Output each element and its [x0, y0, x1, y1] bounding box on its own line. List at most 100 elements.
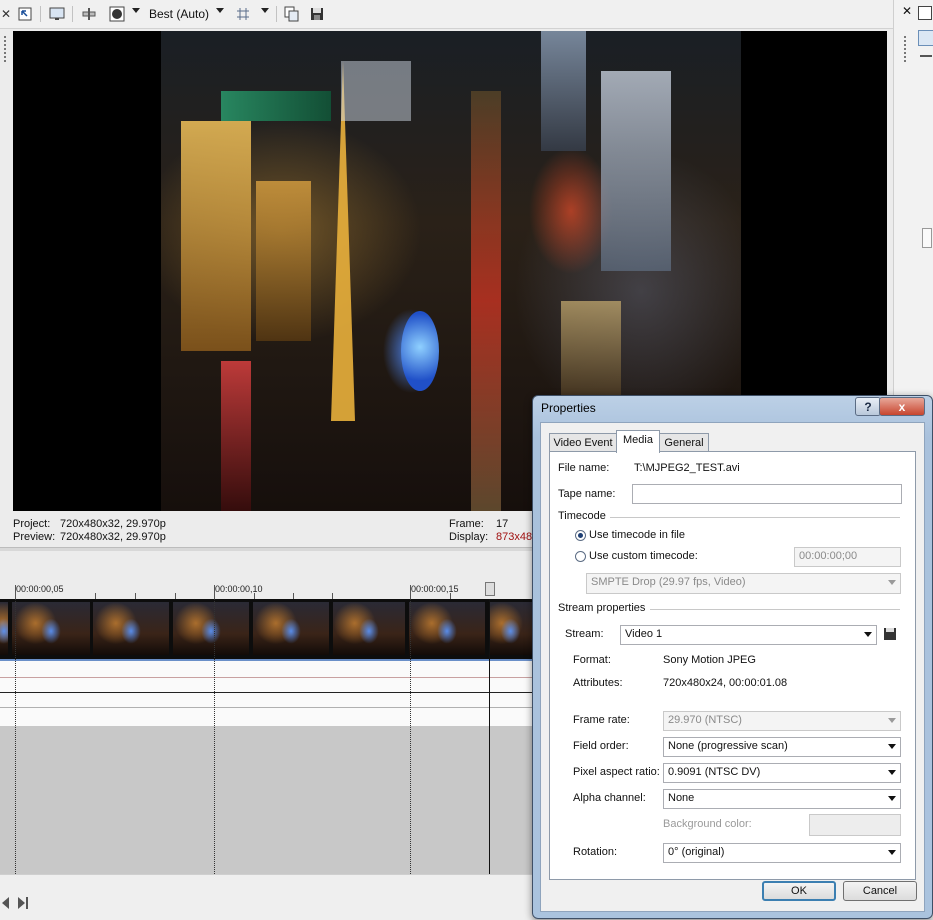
timecode-format-select[interactable]: SMPTE Drop (29.97 fps, Video) [586, 573, 901, 594]
chevron-down-icon [864, 632, 872, 637]
use-timecode-radio[interactable] [575, 530, 586, 541]
stream-value: Video 1 [625, 628, 663, 640]
format-value: Sony Motion JPEG [663, 654, 756, 666]
split-icon[interactable] [920, 55, 932, 65]
red-sign [221, 361, 251, 511]
media-tab-panel: File name: T:\MJPEG2_TEST.avi Tape name:… [549, 451, 916, 880]
dock-grip[interactable] [0, 0, 12, 70]
stream-properties-heading: Stream properties [558, 602, 646, 614]
grid-icon[interactable] [234, 5, 252, 23]
split-screen-icon[interactable] [80, 5, 98, 23]
balloon-sign [401, 311, 439, 391]
chevron-down-icon [888, 580, 896, 585]
frame-rate-label: Frame rate: [573, 714, 630, 726]
attributes-value: 720x480x24, 00:00:01.08 [663, 677, 788, 689]
custom-timecode-radio[interactable] [575, 551, 586, 562]
audio-track[interactable] [0, 659, 532, 728]
tape-name-label: Tape name: [558, 488, 616, 500]
field-order-value: None (progressive scan) [668, 740, 788, 752]
alpha-channel-value: None [668, 792, 695, 804]
properties-icon[interactable] [918, 6, 932, 20]
splitter[interactable] [0, 547, 532, 551]
format-label: Format: [573, 654, 611, 666]
playhead-marker[interactable] [485, 582, 495, 596]
attributes-label: Attributes: [573, 677, 623, 689]
preview-quality-select[interactable]: Best (Auto) [149, 7, 209, 21]
envelope-line [0, 677, 532, 678]
building-right [601, 71, 671, 271]
clip-thumbnail [489, 602, 532, 655]
chevron-down-icon [888, 770, 896, 775]
timeline-ruler[interactable]: 00:00:00,05 00:00:00,10 00:00:00,15 [0, 579, 532, 599]
timecode-heading: Timecode [558, 510, 606, 522]
pixel-aspect-select[interactable]: 0.9091 (NTSC DV) [663, 763, 901, 783]
clip-thumbnail [409, 602, 485, 655]
display-label: Display: [449, 531, 489, 543]
background-color-swatch[interactable] [809, 814, 901, 836]
mode-icon[interactable] [918, 30, 933, 46]
preview-toolbar: ✕ Best (Auto) [0, 0, 893, 29]
chevron-down-icon [888, 796, 896, 801]
properties-icon[interactable] [16, 5, 34, 23]
video-track[interactable] [0, 599, 532, 659]
frame-label: Frame: [449, 518, 484, 530]
grid-line [410, 599, 411, 874]
clip-thumbnail [93, 602, 169, 655]
timeline-empty-area[interactable] [0, 726, 532, 874]
chevron-down-icon[interactable] [216, 8, 224, 13]
playhead-cursor[interactable] [489, 599, 490, 874]
scroll-handle[interactable] [922, 228, 932, 248]
building [256, 181, 311, 341]
copy-snapshot-icon[interactable] [283, 5, 301, 23]
end-bar-icon [26, 897, 28, 909]
frame-value: 17 [496, 518, 509, 530]
overlays-icon[interactable] [108, 5, 126, 23]
rotation-label: Rotation: [573, 846, 618, 858]
pixel-aspect-label: Pixel aspect ratio: [573, 766, 660, 778]
tape-name-input[interactable] [632, 484, 902, 504]
track-divider [0, 692, 532, 693]
custom-timecode-label[interactable]: Use custom timecode: [589, 550, 698, 562]
rotation-value: 0° (original) [668, 846, 725, 858]
help-button[interactable]: ? [855, 397, 881, 416]
grip-dots [904, 36, 908, 62]
timecode-format-value: SMPTE Drop (29.97 fps, Video) [591, 576, 746, 588]
ok-button[interactable]: OK [762, 881, 836, 901]
frame-rate-select[interactable]: 29.970 (NTSC) [663, 711, 901, 731]
file-name-label: File name: [558, 462, 610, 474]
use-timecode-label[interactable]: Use timecode in file [589, 529, 685, 541]
cancel-button[interactable]: Cancel [843, 881, 917, 901]
chevron-down-icon[interactable] [261, 8, 269, 13]
divider [650, 609, 900, 610]
chevron-down-icon [888, 850, 896, 855]
close-button[interactable]: x [879, 397, 925, 416]
go-to-end-icon[interactable] [18, 897, 25, 909]
pixel-aspect-value: 0.9091 (NTSC DV) [668, 766, 761, 778]
tab-general[interactable]: General [659, 433, 709, 452]
stream-select[interactable]: Video 1 [620, 625, 877, 645]
save-snapshot-icon[interactable] [308, 5, 326, 23]
tab-media[interactable]: Media [616, 430, 660, 453]
clip-thumbnail [12, 602, 90, 655]
disk-label [886, 628, 894, 632]
custom-timecode-input[interactable]: 00:00:00;00 [794, 547, 901, 567]
close-icon[interactable]: ✕ [902, 4, 912, 18]
external-monitor-icon[interactable] [48, 5, 66, 23]
green-sign [221, 91, 331, 121]
field-order-select[interactable]: None (progressive scan) [663, 737, 901, 757]
strip-traffic [471, 91, 501, 511]
dialog-title: Properties [541, 401, 596, 415]
clip-thumbnail [253, 602, 329, 655]
toolbar-separator [276, 6, 277, 22]
tab-video-event[interactable]: Video Event [549, 433, 617, 452]
go-to-start-icon[interactable] [2, 897, 9, 909]
preview-value: 720x480x32, 29.970p [60, 531, 166, 543]
background-color-label: Background color: [663, 818, 752, 830]
save-stream-icon[interactable] [884, 628, 896, 640]
alpha-channel-select[interactable]: None [663, 789, 901, 809]
ruler-label: 00:00:00,10 [215, 584, 263, 594]
clip-thumbnail [333, 602, 405, 655]
chevron-down-icon [888, 718, 896, 723]
rotation-select[interactable]: 0° (original) [663, 843, 901, 863]
chevron-down-icon[interactable] [132, 8, 140, 13]
